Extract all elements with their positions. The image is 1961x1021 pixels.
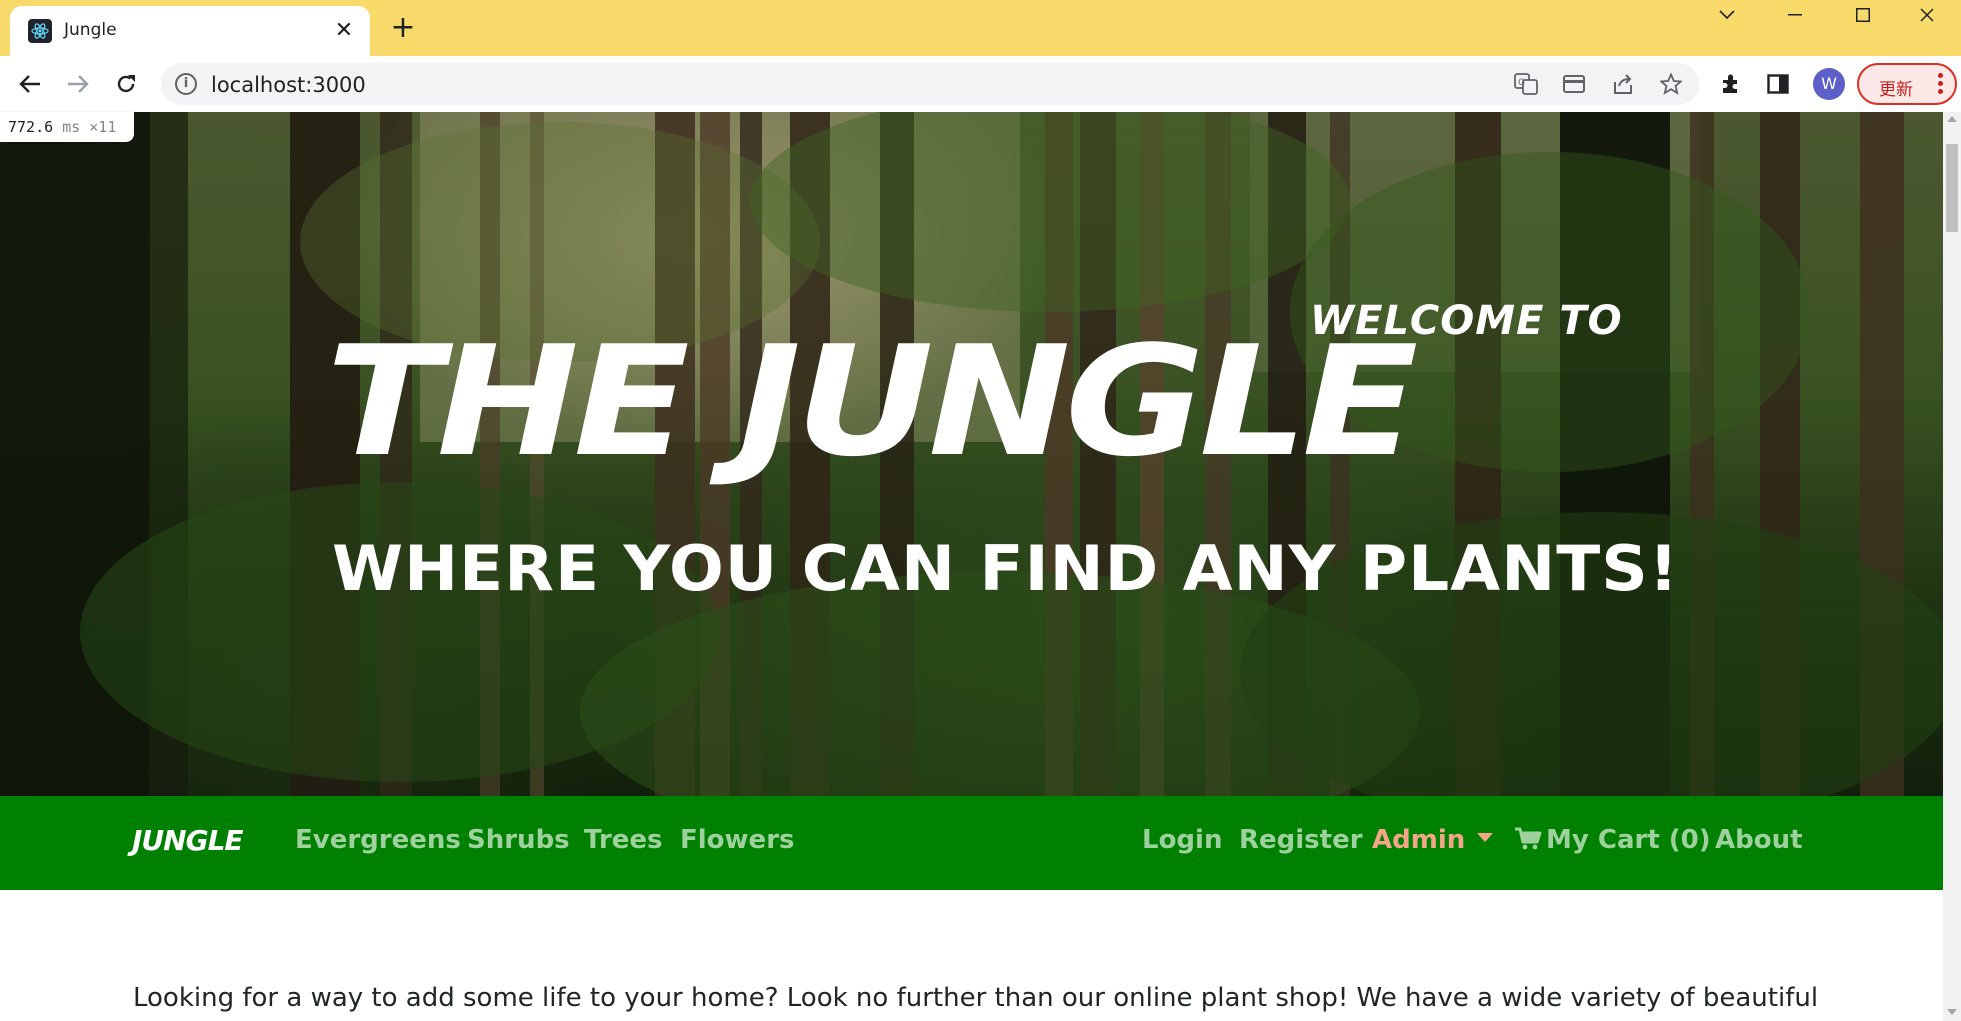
nav-cart[interactable]: My Cart (0): [1514, 825, 1711, 855]
caret-down-icon: [1477, 833, 1494, 842]
translate-icon[interactable]: G: [1513, 71, 1539, 97]
more-menu-icon[interactable]: [1935, 71, 1945, 97]
tab-search-icon[interactable]: [1693, 0, 1761, 30]
hero-text: WELCOME TO THE JUNGLE WHERE YOU CAN FIND…: [0, 112, 1943, 796]
profile-avatar[interactable]: W: [1813, 68, 1845, 100]
update-chrome-button[interactable]: 更新: [1857, 63, 1957, 105]
nav-trees[interactable]: Trees: [584, 825, 662, 855]
site-info-icon[interactable]: i: [175, 73, 197, 95]
update-label: 更新: [1879, 80, 1913, 100]
card-payment-icon[interactable]: [1561, 71, 1587, 97]
new-tab-icon[interactable]: +: [388, 13, 418, 44]
perf-value: 772.6: [8, 118, 54, 136]
scroll-up-arrow-icon[interactable]: [1947, 116, 1957, 122]
hero-banner: WELCOME TO THE JUNGLE WHERE YOU CAN FIND…: [0, 112, 1943, 796]
nav-login[interactable]: Login: [1142, 825, 1222, 855]
window-close-icon[interactable]: [1893, 0, 1961, 30]
intro-paragraph: Looking for a way to add some life to yo…: [133, 983, 1819, 1013]
nav-about[interactable]: About: [1715, 825, 1803, 855]
scroll-down-arrow-icon[interactable]: [1947, 1009, 1957, 1015]
page-viewport: WELCOME TO THE JUNGLE WHERE YOU CAN FIND…: [0, 112, 1943, 1021]
browser-tab[interactable]: Jungle ✕: [10, 6, 370, 56]
nav-admin-label: Admin: [1372, 825, 1466, 855]
side-panel-icon[interactable]: [1762, 68, 1794, 100]
nav-admin-dropdown[interactable]: Admin: [1372, 825, 1494, 855]
perf-multiplier: ×11: [89, 118, 117, 136]
nav-flowers[interactable]: Flowers: [680, 825, 795, 855]
scroll-thumb[interactable]: [1946, 144, 1958, 232]
address-bar[interactable]: i localhost:3000 G: [161, 63, 1699, 105]
react-favicon-icon: [28, 19, 52, 43]
brand-logo[interactable]: JUNGLE: [132, 824, 244, 857]
extensions-puzzle-icon[interactable]: [1715, 68, 1747, 100]
url-text[interactable]: localhost:3000: [211, 73, 366, 97]
nav-cart-label: My Cart (0): [1546, 825, 1711, 855]
share-icon[interactable]: [1610, 71, 1636, 97]
minimize-icon[interactable]: [1761, 0, 1829, 30]
svg-text:G: G: [1518, 78, 1525, 88]
browser-toolbar: i localhost:3000 G W 更新: [0, 56, 1961, 112]
tab-strip: Jungle ✕ +: [0, 0, 1961, 56]
main-navbar: JUNGLE Evergreens Shrubs Trees Flowers L…: [0, 796, 1943, 890]
page-scrollbar[interactable]: [1943, 112, 1961, 1021]
nav-register[interactable]: Register: [1239, 825, 1363, 855]
perf-overlay-badge: 772.6 ms ×11: [0, 112, 134, 142]
forward-arrow-icon[interactable]: [62, 68, 94, 100]
tab-title: Jungle: [64, 20, 117, 40]
close-tab-icon[interactable]: ✕: [330, 16, 358, 44]
perf-unit: ms: [62, 118, 81, 136]
hero-title: THE JUNGLE: [326, 313, 1418, 490]
bookmark-star-icon[interactable]: [1658, 71, 1684, 97]
nav-shrubs[interactable]: Shrubs: [467, 825, 570, 855]
back-arrow-icon[interactable]: [14, 68, 46, 100]
reload-icon[interactable]: [110, 68, 142, 100]
nav-evergreens[interactable]: Evergreens: [295, 825, 461, 855]
hero-tagline: WHERE YOU CAN FIND ANY PLANTS!: [332, 532, 1680, 605]
maximize-icon[interactable]: [1829, 0, 1897, 30]
shopping-cart-icon: [1515, 827, 1542, 850]
